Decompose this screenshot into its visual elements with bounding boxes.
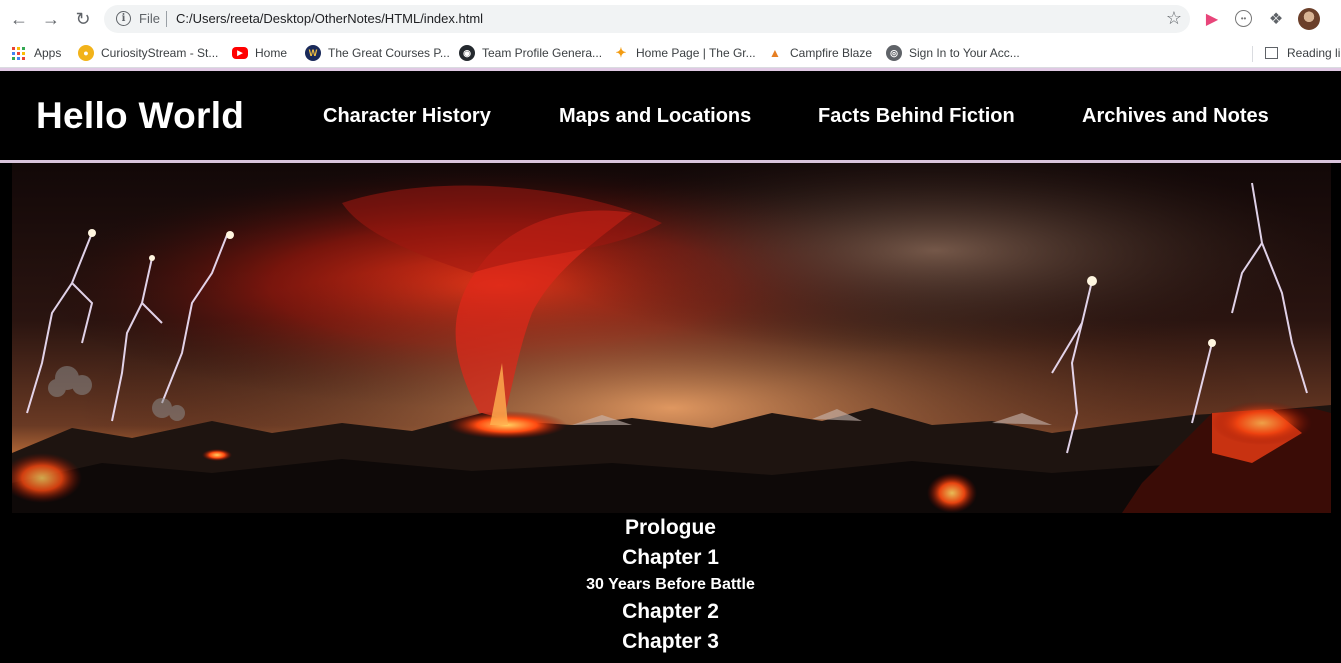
bookmark-label: The Great Courses P...: [328, 46, 450, 60]
youtube-icon: ▶: [232, 47, 248, 59]
nav-archives-and-notes[interactable]: Archives and Notes: [1082, 105, 1269, 128]
site-header: Hello World Character History Maps and L…: [0, 71, 1341, 160]
curiositystream-icon: ●: [78, 45, 94, 61]
browser-toolbar: ← → ↻ i File C:/Users/reeta/Desktop/Othe…: [0, 0, 1341, 38]
reload-icon[interactable]: ↻: [72, 8, 94, 30]
bookmark-home-youtube[interactable]: ▶ Home: [232, 44, 287, 62]
chapter-link-1[interactable]: Chapter 1: [0, 543, 1341, 573]
bookmark-star-icon[interactable]: ☆: [1166, 8, 1182, 29]
hero-volcano-image: [12, 163, 1331, 513]
chapter-link-prologue[interactable]: Prologue: [0, 513, 1341, 543]
bookmark-label: Campfire Blaze: [790, 46, 873, 60]
nav-maps-and-locations[interactable]: Maps and Locations: [559, 105, 751, 128]
bookmark-team-profile[interactable]: ◉ Team Profile Genera...: [459, 44, 602, 62]
extension-red-icon[interactable]: ▶: [1202, 9, 1222, 29]
bookmark-label: Home Page | The Gr...: [636, 46, 756, 60]
bookmark-great-courses[interactable]: W The Great Courses P...: [305, 44, 450, 62]
bookmark-label: Home: [255, 46, 288, 60]
bookmark-sign-in[interactable]: ◎ Sign In to Your Acc...: [886, 44, 1020, 62]
address-scheme-label: File: [139, 11, 160, 26]
forward-arrow-icon[interactable]: →: [40, 8, 62, 30]
chapter-link-3[interactable]: Chapter 3: [0, 627, 1341, 657]
reading-list-button[interactable]: Reading li: [1265, 44, 1340, 62]
address-url[interactable]: C:/Users/reeta/Desktop/OtherNotes/HTML/i…: [176, 11, 483, 26]
bookmark-label: Apps: [34, 46, 62, 60]
bookmark-label: CuriosityStream - St...: [101, 46, 219, 60]
flame-icon: ✦: [615, 45, 627, 60]
address-divider: [166, 11, 167, 27]
back-arrow-icon[interactable]: ←: [8, 8, 30, 30]
bookmark-curiositystream[interactable]: ● CuriosityStream - St...: [78, 44, 218, 62]
reading-list-label: Reading li: [1287, 46, 1341, 60]
chapter-list: Prologue Chapter 1 30 Years Before Battl…: [0, 513, 1341, 657]
nav-facts-behind-fiction[interactable]: Facts Behind Fiction: [818, 105, 1015, 128]
site-title: Hello World: [36, 95, 245, 136]
nav-character-history[interactable]: Character History: [323, 105, 491, 128]
chapter-link-2[interactable]: Chapter 2: [0, 597, 1341, 627]
bookmark-home-page[interactable]: ✦ Home Page | The Gr...: [613, 44, 756, 62]
bookmark-campfire-blaze[interactable]: ▲ Campfire Blaze: [767, 44, 872, 62]
github-icon: ◉: [459, 45, 475, 61]
bookmarks-divider: [1252, 46, 1253, 62]
globe-icon: ◎: [886, 45, 902, 61]
bookmarks-bar: Apps ● CuriosityStream - St... ▶ Home W …: [0, 38, 1341, 68]
info-icon[interactable]: i: [116, 11, 131, 26]
apps-grid-icon: [12, 46, 25, 60]
extensions-puzzle-icon[interactable]: ❖: [1266, 9, 1286, 29]
bookmark-label: Team Profile Genera...: [482, 46, 603, 60]
bookmark-label: Sign In to Your Acc...: [909, 46, 1020, 60]
profile-avatar[interactable]: [1298, 8, 1320, 30]
campfire-icon: ▲: [769, 46, 781, 60]
address-bar[interactable]: i File C:/Users/reeta/Desktop/OtherNotes…: [104, 5, 1190, 33]
reading-list-icon: [1265, 47, 1278, 59]
chapter-sublink-30-years[interactable]: 30 Years Before Battle: [0, 573, 1341, 597]
extension-circle-icon[interactable]: ••: [1235, 10, 1252, 27]
bookmark-apps[interactable]: Apps: [12, 44, 61, 62]
great-courses-icon: W: [305, 45, 321, 61]
